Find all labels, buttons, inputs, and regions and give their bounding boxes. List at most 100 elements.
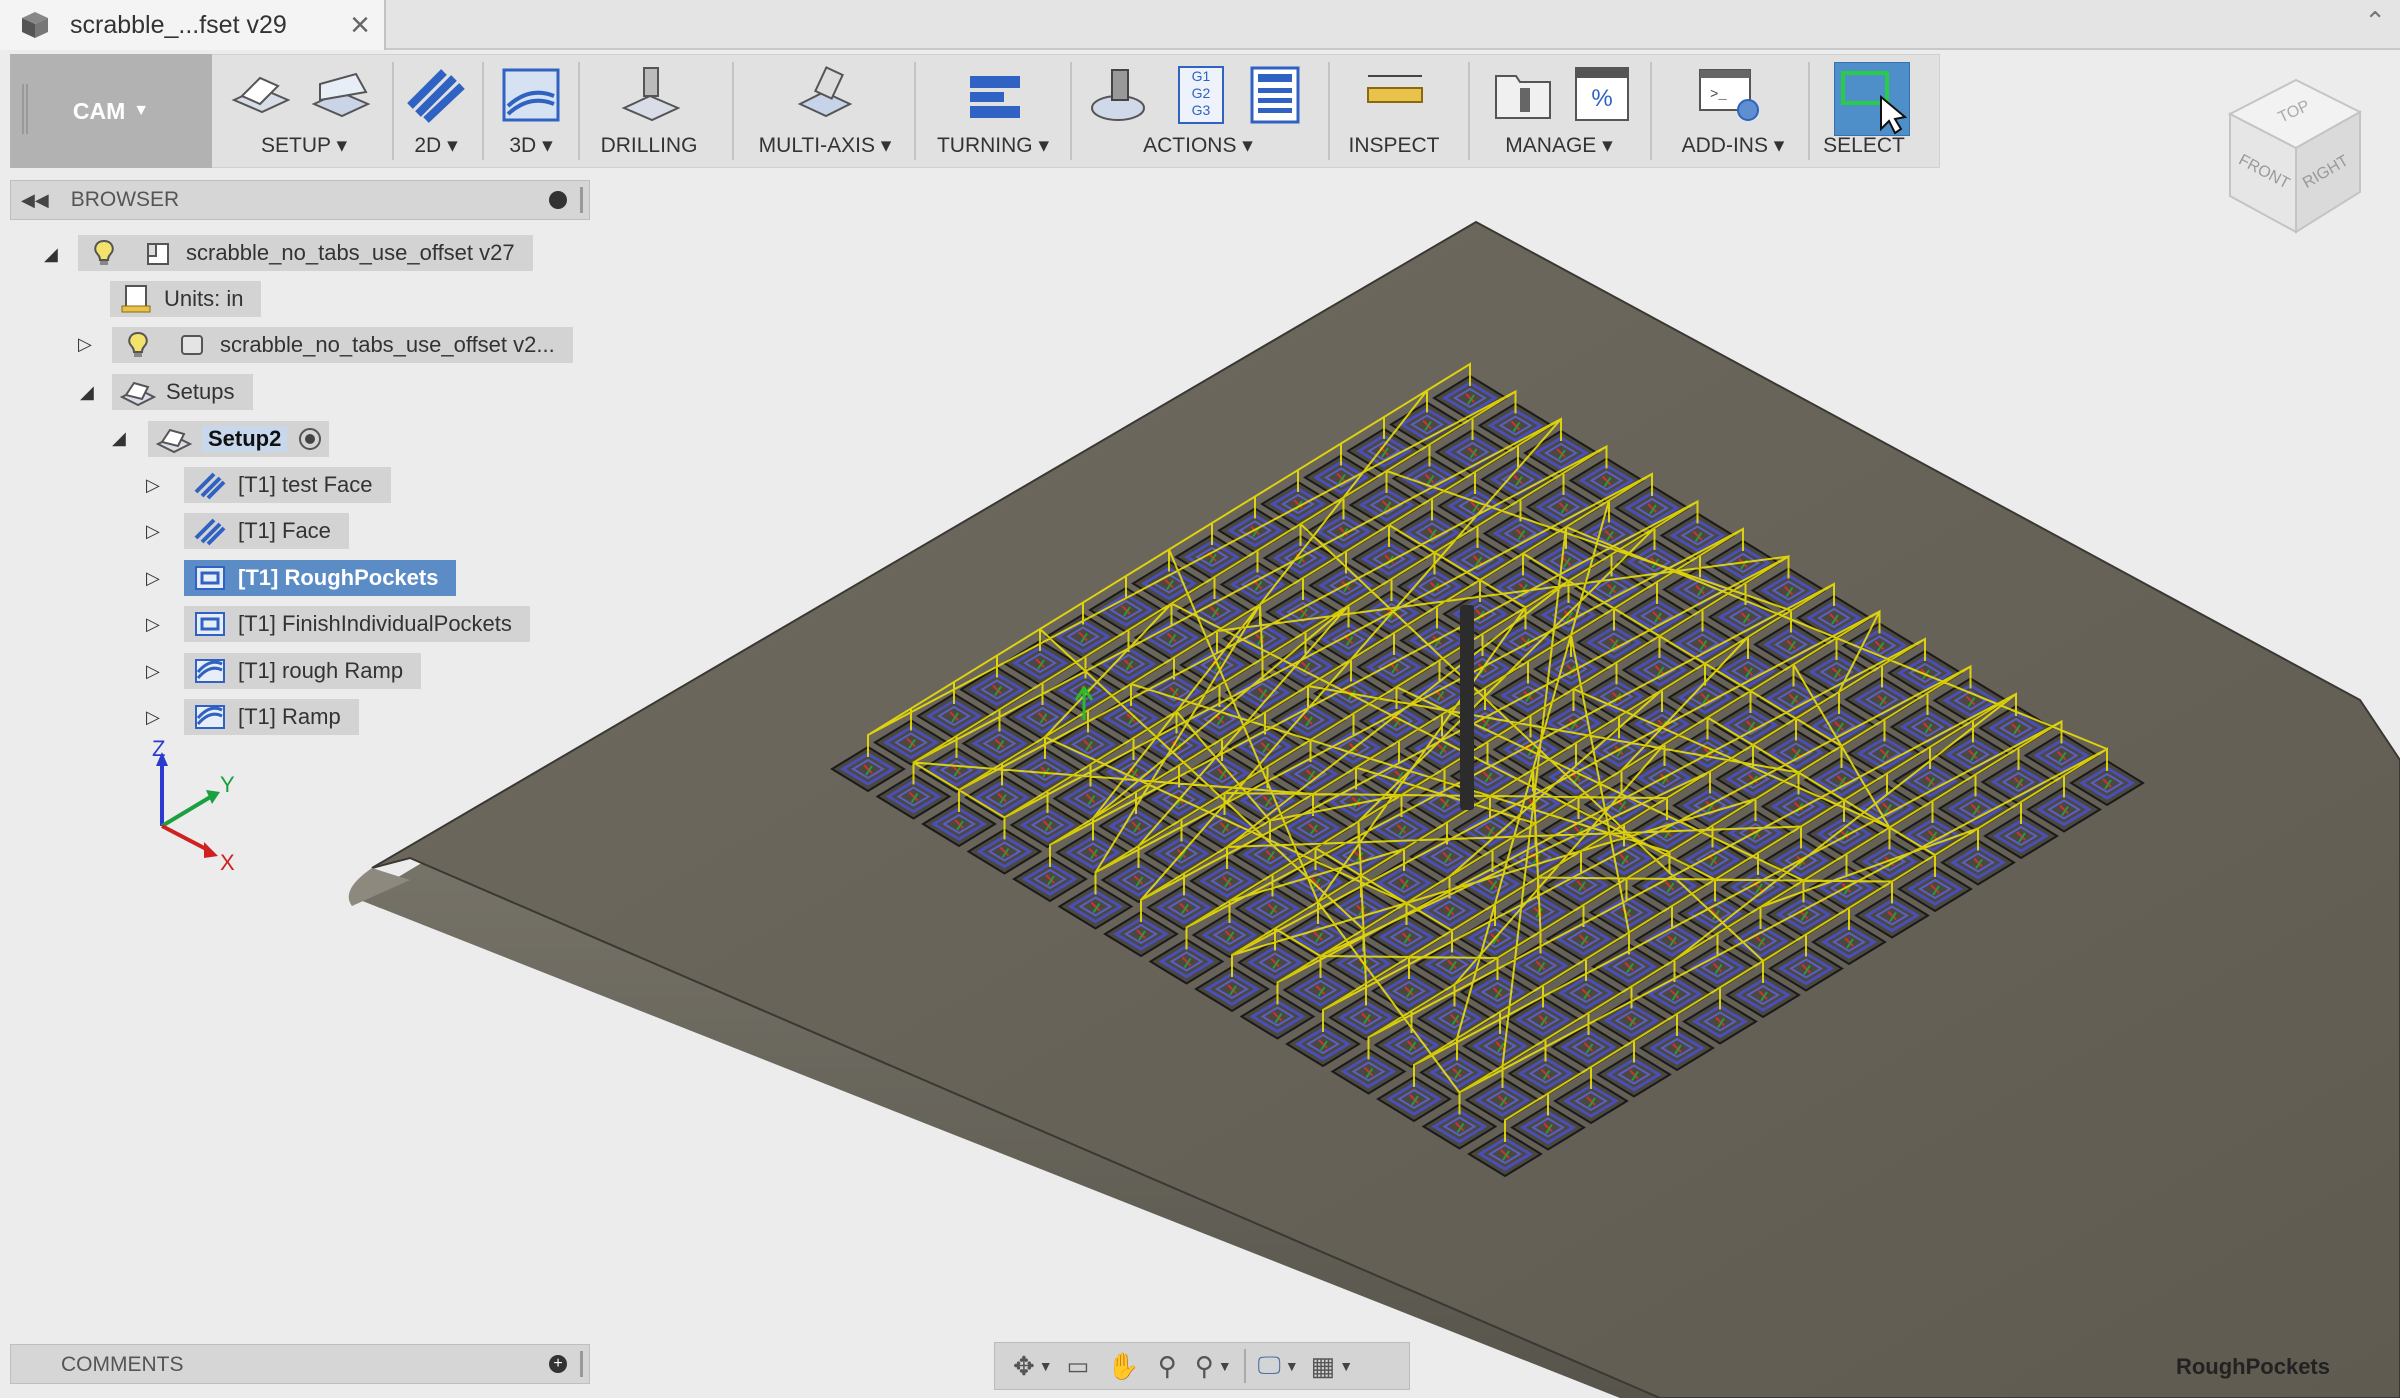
chevron-down-icon[interactable]: ▼ <box>1218 1358 1232 1374</box>
axis-x-label: X <box>220 850 235 875</box>
setups-folder-icon <box>120 381 156 407</box>
tree-model[interactable]: scrabble_no_tabs_use_offset v2... <box>112 327 573 363</box>
view-cube[interactable]: TOP FRONT RIGHT <box>2227 78 2363 234</box>
multiaxis-label: MULTI-AXIS <box>758 134 875 157</box>
svg-text:%: % <box>1591 85 1612 112</box>
expand-operation-icon[interactable]: ▷ <box>146 521 160 542</box>
operation-label: [T1] rough Ramp <box>238 658 404 683</box>
ramp-icon <box>195 705 225 729</box>
stock-setup-icon <box>311 72 371 118</box>
workspace-label: CAM <box>72 97 126 124</box>
tree-units[interactable]: Units: in <box>110 281 262 317</box>
model-label: scrabble_no_tabs_use_offset v2... <box>220 332 555 357</box>
collapse-browser-icon[interactable]: ◀◀ <box>21 190 49 211</box>
tree-operation[interactable]: [T1] Ramp <box>184 699 359 735</box>
chevron-down-icon[interactable]: ▼ <box>1285 1358 1299 1374</box>
tree-root-document[interactable]: scrabble_no_tabs_use_offset v27 <box>78 235 533 271</box>
setup2-label: Setup2 <box>202 426 288 452</box>
multiaxis-icon <box>797 66 853 118</box>
3d-menu[interactable]: 3D ▾ <box>488 54 574 168</box>
browser-header[interactable]: ◀◀ BROWSER <box>10 180 590 220</box>
tree-operation[interactable]: [T1] FinishIndividualPockets <box>184 606 530 642</box>
comments-resize-handle[interactable] <box>580 1351 583 1377</box>
tree-root-label: scrabble_no_tabs_use_offset v27 <box>186 240 515 265</box>
chevron-down-icon: ▼ <box>133 102 150 119</box>
turning-menu[interactable]: TURNING ▾ <box>920 54 1066 168</box>
setup-menu[interactable]: SETUP ▾ <box>224 54 384 168</box>
setup-icon <box>231 76 291 114</box>
setup-icon <box>156 428 192 454</box>
tree-operation[interactable]: [T1] Face <box>184 513 349 549</box>
post-library-icon: % <box>1575 67 1629 121</box>
comments-panel[interactable]: COMMENTS + <box>10 1344 590 1384</box>
actions-label: ACTIONS <box>1143 134 1237 157</box>
chevron-down-icon[interactable]: ▼ <box>1039 1358 1053 1374</box>
toolbar-grip[interactable] <box>22 84 28 134</box>
expand-operation-icon[interactable]: ▷ <box>146 614 160 635</box>
inspect-label: INSPECT <box>1348 134 1440 157</box>
axis-z-label: Z <box>152 736 165 761</box>
inspect-menu[interactable]: INSPECT <box>1334 54 1454 168</box>
ramp-icon <box>195 659 225 683</box>
turning-icon <box>970 76 1020 118</box>
lightbulb-icon[interactable] <box>120 330 156 360</box>
select-menu[interactable]: SELECT <box>1816 54 1912 168</box>
2d-menu[interactable]: 2D ▾ <box>396 54 476 168</box>
document-icon <box>147 243 169 265</box>
tree-setups[interactable]: Setups <box>112 374 253 410</box>
post-process-icon: G1 G2 G3 <box>1178 66 1224 124</box>
document-tab[interactable]: scrabble_...fset v29 × <box>0 0 386 50</box>
add-comment-icon[interactable]: + <box>549 1355 567 1373</box>
active-operation-status: RoughPockets <box>2175 1354 2330 1379</box>
active-setup-radio-icon[interactable] <box>299 428 322 450</box>
grid-settings-icon[interactable]: ▦ <box>1311 1351 1336 1382</box>
tree-setup2[interactable]: Setup2 <box>148 421 330 457</box>
drilling-menu[interactable]: DRILLING <box>584 54 714 168</box>
face-icon <box>194 472 226 500</box>
workspace-switcher[interactable]: CAM ▼ <box>10 54 212 168</box>
expand-operation-icon[interactable]: ▷ <box>146 661 160 682</box>
expand-setups-icon[interactable]: ◢ <box>80 382 94 403</box>
multiaxis-menu[interactable]: MULTI-AXIS ▾ <box>740 54 910 168</box>
zoom-icon[interactable]: ⚲ <box>1158 1351 1177 1382</box>
expand-operation-icon[interactable]: ▷ <box>146 475 160 496</box>
look-at-icon[interactable]: ▭ <box>1067 1352 1090 1381</box>
tree-operation[interactable]: [T1] test Face <box>184 467 391 503</box>
cutting-tool <box>1460 605 1474 810</box>
expand-root-icon[interactable]: ◢ <box>44 244 58 265</box>
browser-resize-handle[interactable] <box>580 187 583 213</box>
expand-model-icon[interactable]: ▷ <box>78 334 92 355</box>
zoom-window-icon[interactable]: ⚲ <box>1195 1351 1214 1382</box>
operation-label: [T1] test Face <box>238 472 373 497</box>
units-label: Units: in <box>164 286 244 311</box>
comments-title: COMMENTS <box>61 1353 184 1376</box>
scripts-gear-icon: >_ <box>1699 69 1759 121</box>
close-tab-icon[interactable]: × <box>350 8 370 42</box>
expand-operation-icon[interactable]: ▷ <box>146 707 160 728</box>
tree-operation[interactable]: [T1] RoughPockets <box>184 560 457 596</box>
actions-menu[interactable]: G1 G2 G3 ACTIONS ▾ <box>1078 54 1318 168</box>
drilling-label: DRILLING <box>600 134 698 157</box>
drill-icon <box>621 67 681 122</box>
addins-label: ADD-INS <box>1681 134 1768 157</box>
manage-menu[interactable]: % MANAGE ▾ <box>1476 54 1642 168</box>
expand-operation-icon[interactable]: ▷ <box>146 568 160 589</box>
collapse-chevron-icon[interactable]: ⌃ <box>2364 6 2386 37</box>
display-settings-icon[interactable]: 🖵 <box>1258 1352 1281 1380</box>
expand-setup2-icon[interactable]: ◢ <box>112 428 126 449</box>
lightbulb-icon[interactable] <box>86 238 122 268</box>
navigation-bar: ✥ ▼ ▭ ✋ ⚲ ⚲ ▼ 🖵 ▼ ▦ ▼ <box>994 1342 1410 1390</box>
axis-triad: Z Y X <box>152 736 235 875</box>
select-label: SELECT <box>1823 134 1905 157</box>
addins-menu[interactable]: >_ ADD-INS ▾ <box>1658 54 1808 168</box>
orbit-icon[interactable]: ✥ <box>1013 1351 1035 1382</box>
browser-pin-icon[interactable] <box>549 191 567 209</box>
body-icon <box>181 335 203 355</box>
3d-label: 3D <box>509 134 537 157</box>
setup-label: SETUP <box>260 134 331 157</box>
pan-hand-icon[interactable]: ✋ <box>1107 1351 1139 1382</box>
chevron-down-icon[interactable]: ▼ <box>1339 1358 1353 1374</box>
face-icon <box>194 518 226 546</box>
setups-label: Setups <box>166 379 235 404</box>
tree-operation[interactable]: [T1] rough Ramp <box>184 653 422 689</box>
